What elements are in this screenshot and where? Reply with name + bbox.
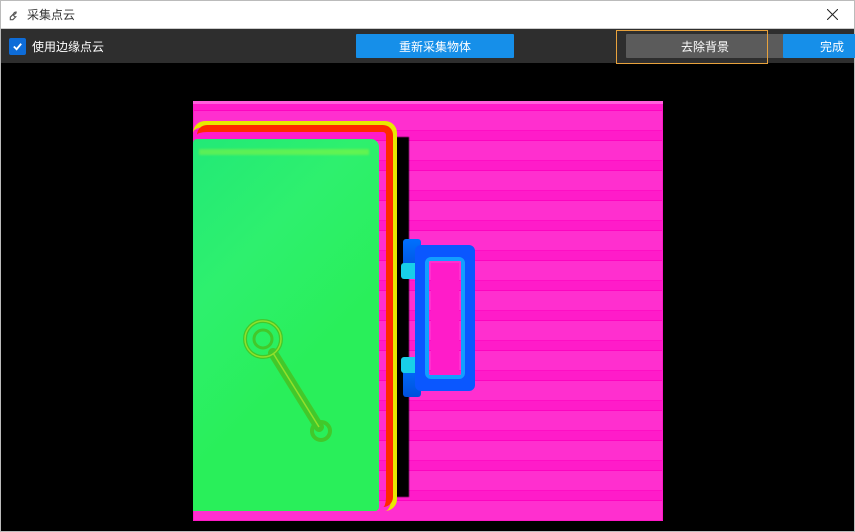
close-button[interactable] [810, 1, 854, 28]
handle-inner-gap [431, 263, 459, 375]
remove-background-button[interactable]: 去除背景 [626, 34, 784, 58]
pointcloud-canvas [193, 101, 663, 521]
done-label: 完成 [820, 38, 844, 55]
use-edge-pointcloud-label: 使用边缘点云 [32, 38, 104, 55]
remove-background-label: 去除背景 [681, 38, 729, 55]
wrench-relief [227, 309, 347, 459]
checkbox-box [9, 38, 26, 55]
wrench-icon [7, 7, 23, 23]
close-icon [827, 9, 838, 20]
case-handle [401, 239, 491, 397]
use-edge-pointcloud-checkbox[interactable]: 使用边缘点云 [9, 38, 104, 55]
window-title: 采集点云 [27, 6, 75, 23]
scanned-object-case [193, 121, 397, 511]
titlebar: 采集点云 [1, 1, 854, 29]
pointcloud-capture-window: 采集点云 使用边缘点云 重新采集物体 去除背景 完成 [0, 0, 855, 532]
pointcloud-viewport[interactable] [1, 63, 854, 531]
done-button[interactable]: 完成 [783, 34, 855, 58]
recollect-object-button[interactable]: 重新采集物体 [356, 34, 514, 58]
checkmark-icon [12, 41, 23, 52]
recollect-object-label: 重新采集物体 [399, 38, 471, 55]
toolbar: 使用边缘点云 重新采集物体 去除背景 完成 [1, 29, 854, 63]
case-face [193, 139, 379, 511]
